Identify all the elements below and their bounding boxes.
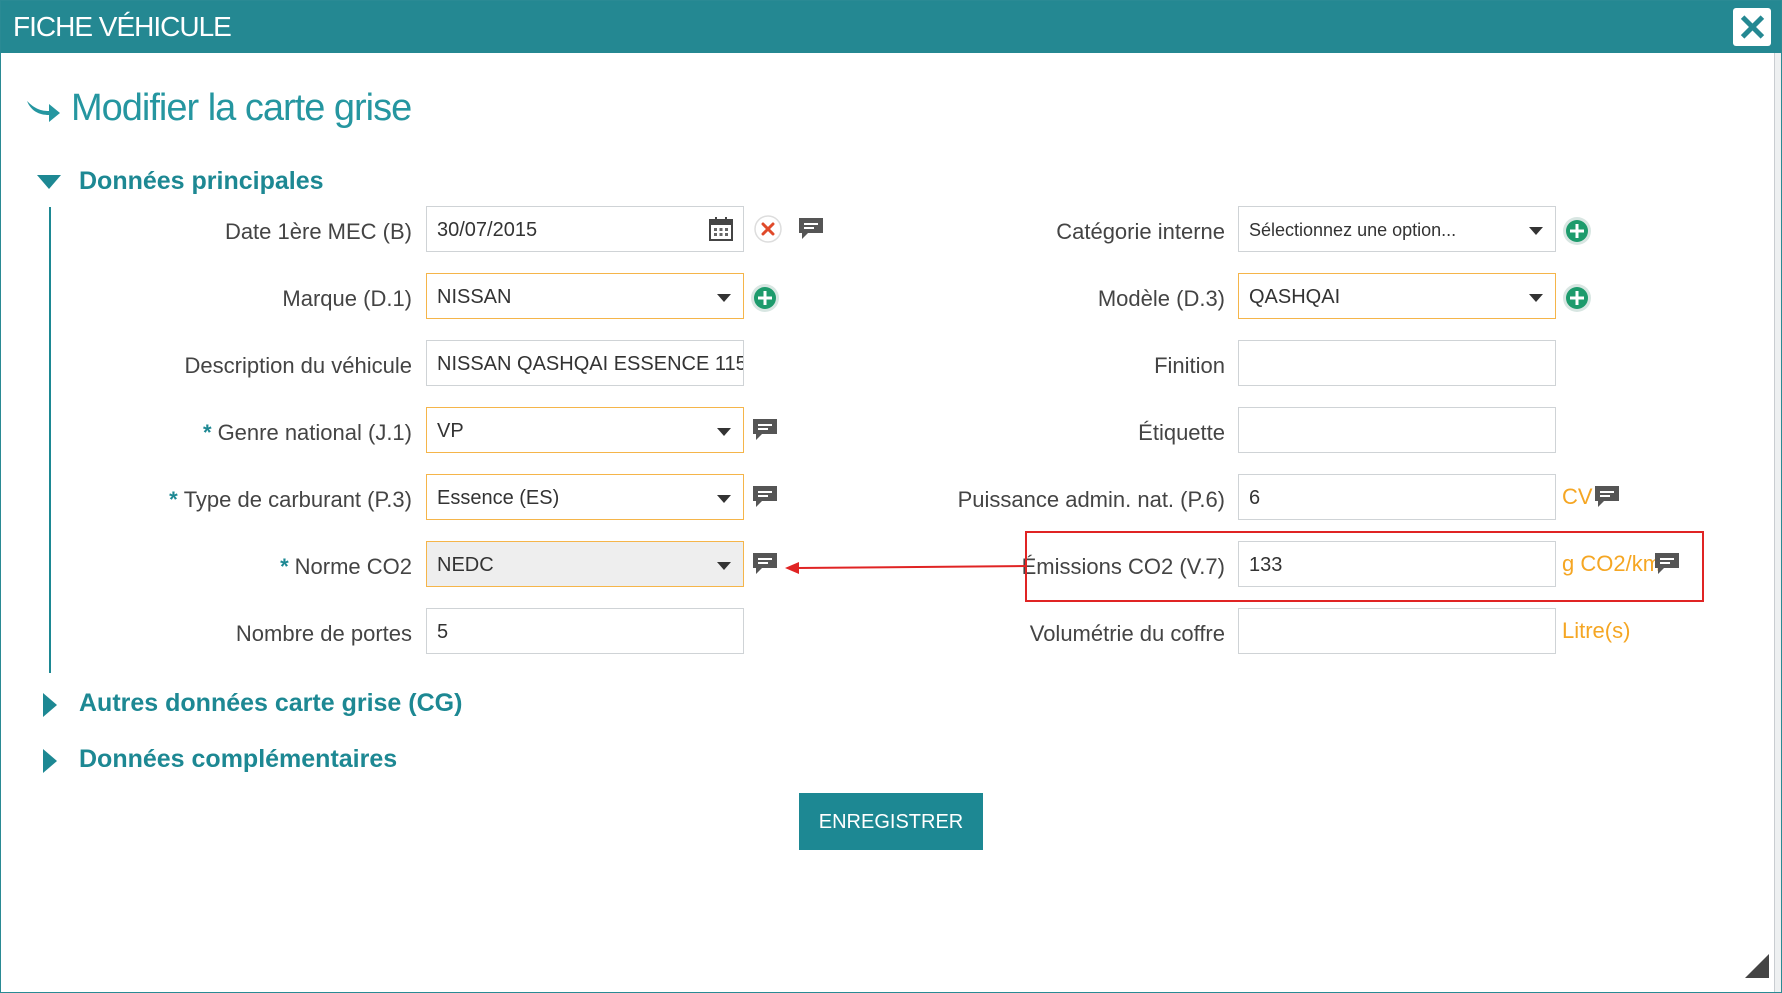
comment-icon[interactable] [1592,482,1622,512]
required-marker: * [280,554,289,579]
add-modele-icon[interactable] [1562,283,1592,313]
caret-right-icon [43,749,57,773]
label-description: Description du véhicule [184,353,412,378]
resize-handle-icon[interactable] [1745,954,1769,978]
categorie-select[interactable]: Sélectionnez une option... [1238,206,1556,252]
window-titlebar: FICHE VÉHICULE [1,1,1781,53]
close-icon[interactable] [1733,8,1771,46]
page-title: Modifier la carte grise [71,87,412,129]
label-coffre: Volumétrie du coffre [1029,621,1225,646]
comment-icon[interactable] [750,482,780,512]
section-divider [49,207,51,673]
section-extra-title: Données complémentaires [79,745,398,773]
label-portes: Nombre de portes [235,621,412,646]
carburant-select[interactable]: Essence (ES) [426,474,744,520]
required-marker: * [203,420,212,445]
label-genre: * Genre national (J.1) [203,420,412,445]
coffre-unit: Litre(s) [1562,618,1631,643]
vehicle-sheet-window: FICHE VÉHICULE Modifier la carte grise D… [0,0,1782,993]
puissance-input[interactable]: 6 [1238,474,1556,520]
label-marque: Marque (D.1) [282,286,412,311]
caret-right-icon [43,693,57,717]
portes-input[interactable]: 5 [426,608,744,654]
label-carburant: * Type de carburant (P.3) [169,487,412,512]
label-categorie: Catégorie interne [1056,219,1225,244]
norme-co2-select[interactable]: NEDC [426,541,744,587]
coffre-input[interactable] [1238,608,1556,654]
description-input[interactable]: NISSAN QASHQAI ESSENCE 115 [426,340,744,386]
comment-icon[interactable] [750,549,780,579]
add-marque-icon[interactable] [750,283,780,313]
save-button[interactable]: ENREGISTRER [799,793,983,850]
add-categorie-icon[interactable] [1562,216,1592,246]
dropdown-caret-icon [1529,227,1543,235]
annotation-arrow-icon [785,562,1028,574]
etiquette-input[interactable] [1238,407,1556,453]
caret-down-icon [37,175,61,189]
window-title: FICHE VÉHICULE [13,11,232,42]
dropdown-caret-icon [1529,294,1543,302]
label-modele: Modèle (D.3) [1097,286,1225,311]
comment-icon[interactable] [750,415,780,445]
label-etiquette: Étiquette [1138,420,1225,445]
puissance-unit: CV [1562,484,1593,509]
date-mec-input[interactable]: 30/07/2015 [426,206,744,252]
section-other-cg-title: Autres données carte grise (CG) [79,689,463,717]
marque-select[interactable]: NISSAN [426,273,744,319]
finition-input[interactable] [1238,340,1556,386]
arrow-right-icon [27,101,60,122]
comment-icon[interactable] [796,214,826,244]
dropdown-caret-icon [717,562,731,570]
label-puissance: Puissance admin. nat. (P.6) [957,487,1225,512]
dropdown-caret-icon [717,495,731,503]
calendar-icon[interactable] [707,215,735,243]
clear-date-icon[interactable] [753,214,783,244]
label-date-mec: Date 1ère MEC (B) [224,219,412,244]
scrollbar[interactable] [1774,53,1781,992]
annotation-highlight-box [1025,531,1704,602]
section-main-title: Données principales [79,167,324,195]
dropdown-caret-icon [717,294,731,302]
modele-select[interactable]: QASHQAI [1238,273,1556,319]
label-norme-co2: * Norme CO2 [280,554,412,579]
genre-select[interactable]: VP [426,407,744,453]
required-marker: * [169,487,178,512]
dropdown-caret-icon [717,428,731,436]
label-finition: Finition [1154,353,1225,378]
